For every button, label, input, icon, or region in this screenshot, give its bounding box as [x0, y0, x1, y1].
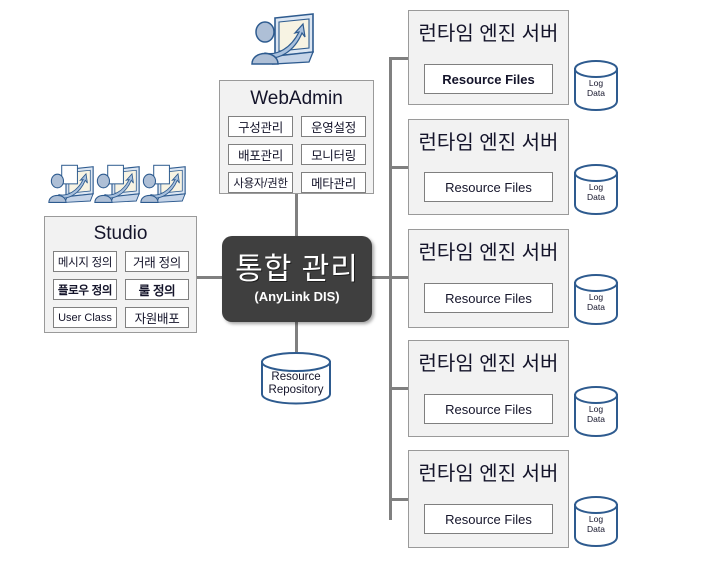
server-3-title: 런타임 엔진 서버 [418, 242, 559, 264]
server-3-resource-files[interactable]: Resource Files [424, 283, 553, 313]
webadmin-button-1[interactable]: 운영설정 [301, 116, 366, 137]
webadmin-button-grid: 구성관리 운영설정 배포관리 모니터링 사용자/권한 메타관리 [228, 116, 366, 193]
connector-hub-to-repository [295, 322, 298, 352]
studio-button-0[interactable]: 메시지 정의 [53, 251, 117, 272]
studio-button-2[interactable]: 플로우 정의 [53, 279, 117, 300]
server-5-title: 런타임 엔진 서버 [418, 463, 559, 485]
webadmin-button-3[interactable]: 모니터링 [301, 144, 366, 165]
server-5-resource-files[interactable]: Resource Files [424, 504, 553, 534]
studio-title: Studio [93, 223, 148, 244]
server-1-title: 런타임 엔진 서버 [418, 23, 559, 45]
studio-user-icon-2 [92, 160, 142, 212]
server-2-resource-files[interactable]: Resource Files [424, 172, 553, 202]
webadmin-button-5[interactable]: 메타관리 [301, 172, 366, 193]
webadmin-button-4[interactable]: 사용자/권한 [228, 172, 293, 193]
connector-branch-server-5 [389, 498, 409, 501]
diagram-canvas: WebAdmin 구성관리 운영설정 배포관리 모니터링 사용자/권한 메타관리 [0, 0, 703, 566]
server-1-log-cylinder: Log Data [573, 58, 619, 112]
server-5-log-cylinder: Log Data [573, 494, 619, 548]
studio-user-icon-1 [46, 160, 96, 212]
server-3-log-cylinder: Log Data [573, 272, 619, 326]
studio-button-grid: 메시지 정의 거래 정의 플로우 정의 룰 정의 User Class 자원배포 [53, 251, 189, 328]
server-1-resource-files[interactable]: Resource Files [424, 64, 553, 94]
resource-repository-cylinder: Resource Repository [260, 351, 332, 405]
connector-studio-to-hub [196, 276, 224, 279]
hub-subtitle: (AnyLink DIS) [254, 288, 340, 304]
server-2-log-cylinder: Log Data [573, 162, 619, 216]
studio-button-1[interactable]: 거래 정의 [125, 251, 189, 272]
server-4-title: 런타임 엔진 서버 [418, 353, 559, 375]
connector-branch-server-4 [389, 387, 409, 390]
server-4-log-cylinder: Log Data [573, 384, 619, 438]
webadmin-button-2[interactable]: 배포관리 [228, 144, 293, 165]
server-2-title: 런타임 엔진 서버 [418, 132, 559, 154]
runtime-engine-server-3: 런타임 엔진 서버 [408, 229, 569, 328]
studio-button-5[interactable]: 자원배포 [125, 307, 189, 328]
connector-branch-server-2 [389, 166, 409, 169]
integration-management-hub[interactable]: 통합 관리 (AnyLink DIS) [222, 236, 372, 322]
connector-branch-server-1 [389, 57, 409, 60]
connector-branch-server-3 [389, 276, 409, 279]
webadmin-button-0[interactable]: 구성관리 [228, 116, 293, 137]
studio-button-3[interactable]: 룰 정의 [125, 279, 189, 300]
webadmin-user-icon [247, 12, 317, 70]
connector-webadmin-to-hub [295, 194, 298, 236]
webadmin-title: WebAdmin [250, 88, 343, 109]
hub-title: 통합 관리 [235, 252, 359, 286]
server-4-resource-files[interactable]: Resource Files [424, 394, 553, 424]
studio-user-icon-3 [138, 160, 188, 212]
connector-server-trunk [389, 57, 392, 520]
studio-button-4[interactable]: User Class [53, 307, 117, 328]
